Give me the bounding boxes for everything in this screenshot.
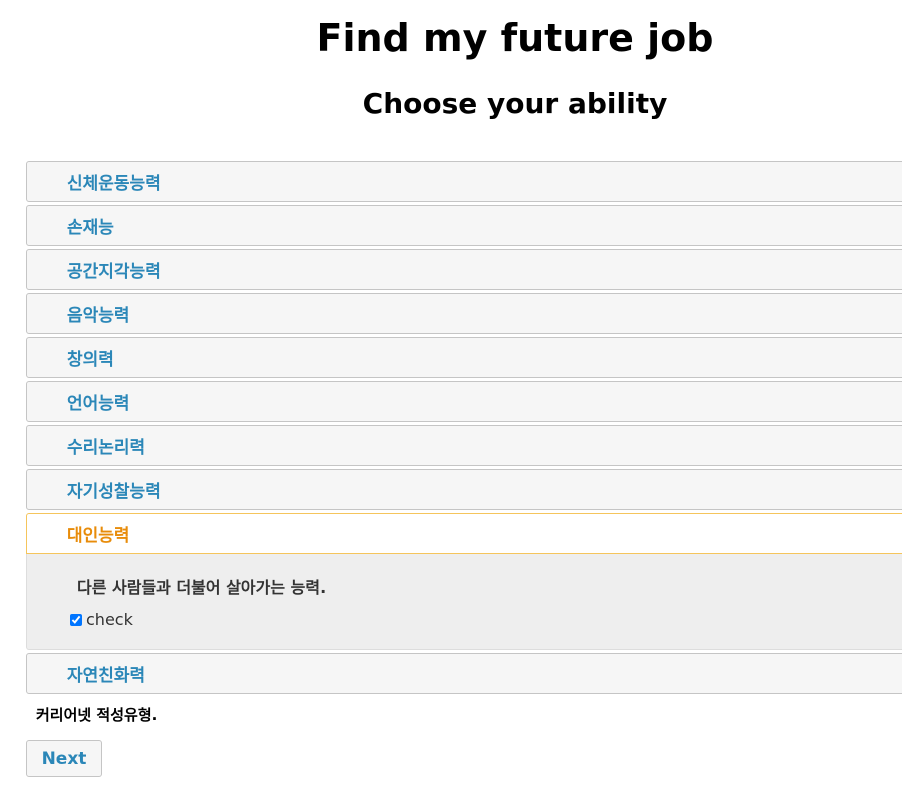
- source-note: 커리어넷 적성유형.: [36, 706, 158, 724]
- checkbox-label: check: [86, 610, 133, 629]
- accordion-item-label: 수리논리력: [67, 438, 146, 458]
- accordion-panel-interpersonal: 다른 사람들과 더불어 살아가는 능력. check: [26, 554, 902, 650]
- accordion-item-introspection[interactable]: 자기성찰능력: [26, 469, 902, 510]
- accordion-item-dexterity[interactable]: 손재능: [26, 205, 902, 246]
- accordion-item-creativity[interactable]: 창의력: [26, 337, 902, 378]
- accordion-item-label: 음악능력: [67, 306, 130, 326]
- accordion-item-label: 창의력: [67, 350, 114, 370]
- accordion-item-label: 공간지각능력: [67, 262, 161, 282]
- ability-accordion: 신체운동능력 손재능 공간지각능력 음악능력 창의력 언어능력 수리논리력 자기…: [26, 161, 902, 697]
- accordion-item-language[interactable]: 언어능력: [26, 381, 902, 422]
- ability-checkbox[interactable]: [70, 613, 82, 626]
- page-title: Find my future job: [316, 16, 714, 60]
- accordion-item-logic[interactable]: 수리논리력: [26, 425, 902, 466]
- accordion-item-label: 자연친화력: [67, 666, 146, 686]
- page-subtitle: Choose your ability: [362, 87, 668, 120]
- check-row[interactable]: check: [70, 610, 902, 629]
- accordion-item-label: 언어능력: [67, 394, 130, 414]
- page: Find my future job Choose your ability 신…: [0, 0, 902, 799]
- accordion-item-music[interactable]: 음악능력: [26, 293, 902, 334]
- accordion-item-nature[interactable]: 자연친화력: [26, 653, 902, 694]
- accordion-item-label: 대인능력: [67, 526, 130, 546]
- accordion-item-label: 손재능: [67, 218, 114, 238]
- next-button[interactable]: Next: [26, 740, 102, 777]
- accordion-item-physical[interactable]: 신체운동능력: [26, 161, 902, 202]
- accordion-item-interpersonal[interactable]: 대인능력: [26, 513, 902, 554]
- panel-description: 다른 사람들과 더불어 살아가는 능력.: [77, 578, 327, 597]
- accordion-item-label: 신체운동능력: [67, 174, 161, 194]
- accordion-item-spatial[interactable]: 공간지각능력: [26, 249, 902, 290]
- accordion-item-label: 자기성찰능력: [67, 482, 161, 502]
